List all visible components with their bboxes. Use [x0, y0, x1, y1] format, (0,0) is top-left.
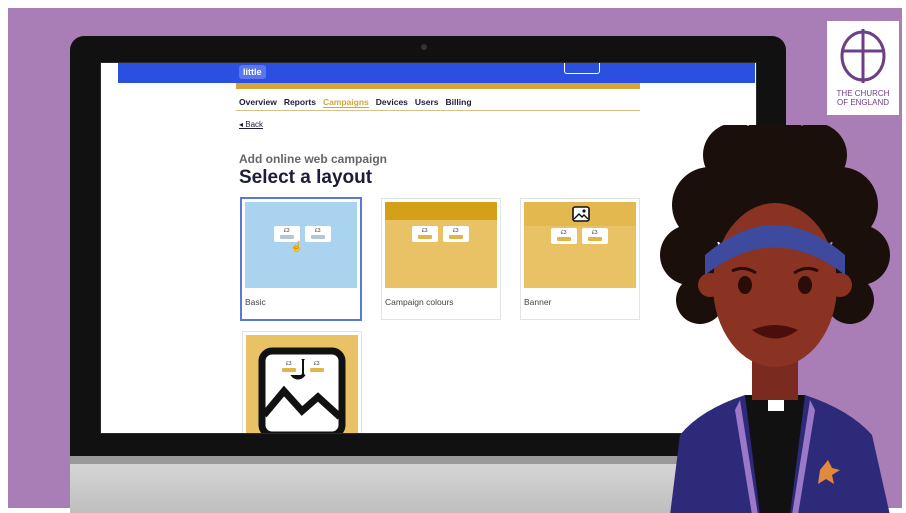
church-of-england-logo: THE CHURCH OF ENGLAND [827, 21, 899, 115]
layout-preview-basic: £3 £3 ☝ [245, 202, 357, 288]
mini-donation-card: £3 [412, 226, 438, 242]
header-accent-line [236, 83, 640, 89]
layout-card-campaign-colours[interactable]: £3 £3 Campaign colours [381, 198, 501, 320]
logo-line-2: OF ENGLAND [836, 98, 889, 107]
church-cross-icon [840, 29, 886, 83]
page-title: Select a layout [239, 167, 373, 188]
main-nav: Overview Reports Campaigns Devices Users… [239, 97, 472, 108]
layout-card-image[interactable]: £3 £3 [242, 331, 362, 433]
large-image-icon [258, 347, 346, 433]
layout-card-basic[interactable]: £3 £3 ☝ Basic [240, 197, 362, 321]
monitor-camera [421, 44, 427, 50]
video-frame: little Overview Reports Campaigns Device… [0, 0, 906, 513]
mini-donation-card: £3 [305, 226, 331, 242]
mini-donation-card: £3 [274, 226, 300, 242]
mini-donation-card: £3 [276, 359, 302, 375]
logo-wordmark: THE CHURCH OF ENGLAND [827, 89, 899, 107]
pointer-cursor-icon: ☝ [290, 242, 303, 253]
app-logo[interactable]: little [239, 65, 266, 79]
right-eye [798, 276, 812, 294]
layout-label: Banner [524, 297, 552, 307]
tab-overview[interactable]: Overview [239, 97, 277, 108]
back-link[interactable]: ◂ Back [239, 120, 263, 129]
tab-reports[interactable]: Reports [284, 97, 316, 108]
layout-label: Basic [245, 297, 266, 307]
tab-billing[interactable]: Billing [446, 97, 472, 108]
mini-donation-card: £3 [582, 228, 608, 244]
layout-preview-image: £3 £3 [246, 335, 358, 433]
layout-label: Campaign colours [385, 297, 454, 307]
nav-divider [236, 110, 640, 111]
mini-donation-card: £3 [443, 226, 469, 242]
app-header-bar [118, 63, 755, 83]
mini-donation-card: £3 [551, 228, 577, 244]
tab-devices[interactable]: Devices [376, 97, 408, 108]
preview-color-band [385, 202, 497, 220]
tab-users[interactable]: Users [415, 97, 439, 108]
mini-donation-card: £3 [304, 359, 330, 375]
logo-line-1: THE CHURCH [836, 89, 890, 98]
layout-preview-campaign-colours: £3 £3 [385, 202, 497, 288]
image-icon [572, 206, 590, 222]
header-button[interactable] [564, 63, 600, 74]
layout-card-banner[interactable]: £3 £3 Banner [520, 198, 640, 320]
presenter-illustration [660, 125, 890, 513]
layout-preview-banner: £3 £3 [524, 202, 636, 288]
page-subtitle: Add online web campaign [239, 152, 388, 166]
left-eye [738, 276, 752, 294]
tab-campaigns[interactable]: Campaigns [322, 97, 369, 108]
